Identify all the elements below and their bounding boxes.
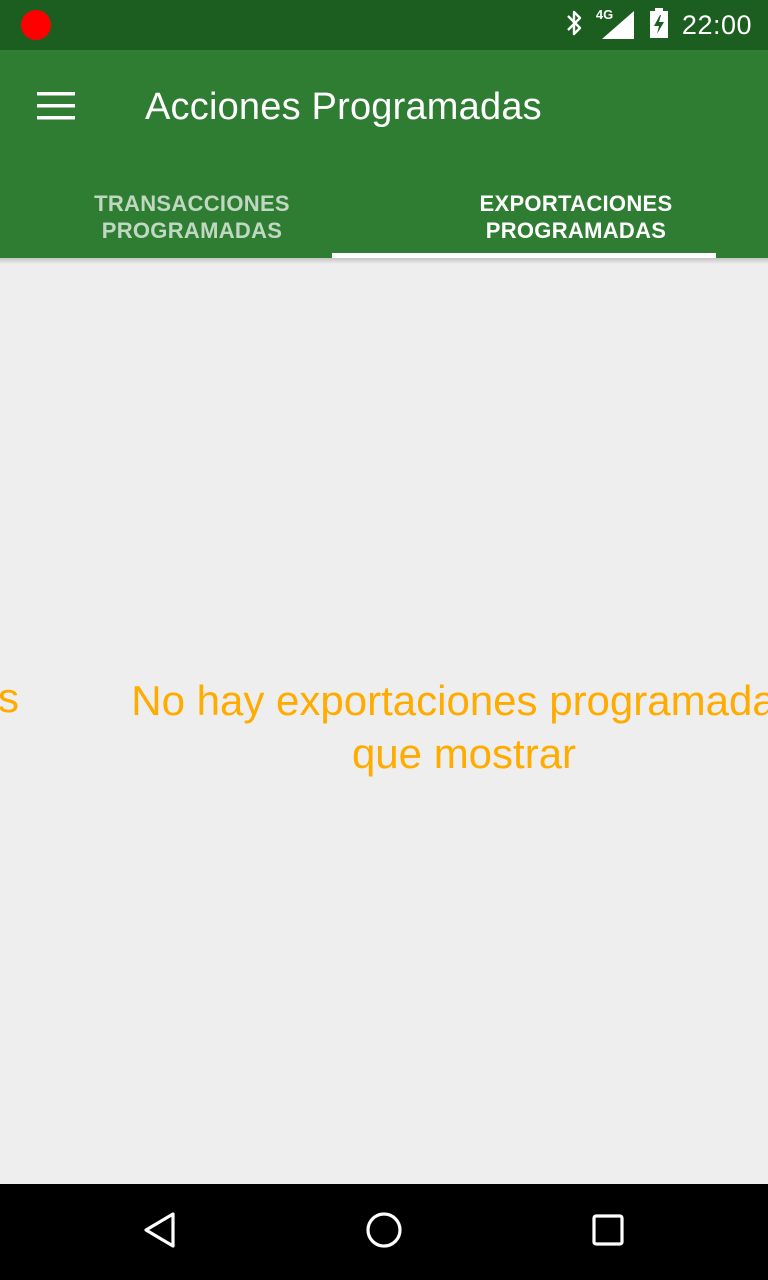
battery-charging-icon [648, 7, 670, 44]
navigation-drawer-button[interactable] [28, 80, 84, 136]
network-type-label: 4G [595, 7, 614, 22]
recents-icon [588, 1210, 628, 1255]
empty-state-message: No hay exportaciones programadas que mos… [131, 677, 768, 777]
bluetooth-icon [562, 8, 586, 43]
signal-4g-icon: 4G [595, 7, 636, 41]
tab-label: TRANSACCIONES PROGRAMADAS [94, 191, 290, 243]
tab-scheduled-exports[interactable]: EXPORTACIONES PROGRAMADAS [384, 176, 768, 258]
status-bar: 4G 22:00 [0, 0, 768, 50]
tab-label: EXPORTACIONES PROGRAMADAS [479, 191, 673, 243]
previous-page-peek-text: s [0, 674, 19, 721]
record-indicator-icon [21, 10, 51, 40]
tab-scheduled-transactions[interactable]: TRANSACCIONES PROGRAMADAS [0, 176, 384, 258]
back-button[interactable] [135, 1207, 185, 1257]
app-bar: Acciones Programadas TRANSACCIONES PROGR… [0, 50, 768, 258]
page-title: Acciones Programadas [145, 86, 542, 128]
home-button[interactable] [359, 1207, 409, 1257]
tab-bar: TRANSACCIONES PROGRAMADAS EXPORTACIONES … [0, 176, 768, 258]
status-icons: 4G 22:00 [562, 0, 752, 50]
system-navigation-bar [0, 1184, 768, 1280]
recents-button[interactable] [583, 1207, 633, 1257]
back-icon [140, 1210, 180, 1255]
hamburger-menu-icon [37, 91, 75, 125]
content-area[interactable]: s No hay exportaciones programadas que m… [0, 258, 768, 1184]
home-icon [364, 1210, 404, 1255]
status-time: 22:00 [681, 9, 752, 40]
